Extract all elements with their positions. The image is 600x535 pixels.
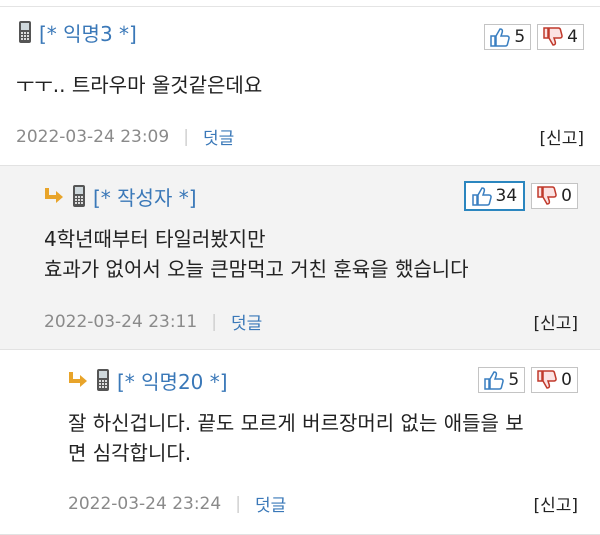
- upvote-button[interactable]: 34: [463, 181, 526, 211]
- thumbs-down-icon: [543, 27, 563, 46]
- vote-group: 5 0: [478, 367, 578, 393]
- thumbs-down-icon: [537, 186, 557, 205]
- reply-arrow-icon: [69, 372, 87, 387]
- comment-header: [* 익명20 *]: [68, 366, 228, 394]
- comment-meta: 2022-03-24 23:09 | 덧글: [16, 124, 234, 150]
- thumbs-up-icon: [471, 187, 492, 206]
- reply-link[interactable]: 덧글: [255, 491, 286, 516]
- report-link[interactable]: [신고]: [533, 309, 578, 334]
- comment-author[interactable]: [* 익명20 *]: [117, 366, 228, 395]
- comment-meta: 2022-03-24 23:24 | 덧글: [68, 491, 286, 517]
- comment-date: 2022-03-24 23:24: [68, 493, 222, 514]
- comment-body: ㅜㅜ.. 트라우마 올것같은데요: [16, 70, 262, 100]
- meta-separator: |: [183, 126, 189, 147]
- phone-icon: [19, 21, 31, 43]
- comment-line: 4학년때부터 타일러봤지만: [44, 227, 266, 251]
- comment-line: 잘 하신겁니다. 끝도 모르게 버르장머리 없는 애들을 보: [68, 411, 524, 435]
- comment-date: 2022-03-24 23:11: [44, 311, 198, 332]
- comment-line: 효과가 없어서 오늘 큰맘먹고 거친 훈육을 했습니다: [44, 257, 469, 281]
- upvote-count: 34: [495, 186, 518, 206]
- reply-arrow-icon: [45, 188, 63, 203]
- reply-link[interactable]: 덧글: [203, 124, 234, 149]
- vote-group: 5 4: [484, 24, 584, 50]
- thumbs-up-icon: [484, 371, 505, 390]
- vote-group: 34 0: [463, 181, 578, 211]
- downvote-button[interactable]: 4: [537, 24, 584, 50]
- upvote-button[interactable]: 5: [478, 367, 526, 393]
- comment-author[interactable]: [* 익명3 *]: [39, 18, 137, 47]
- comment-line: 면 심각합니다.: [68, 441, 192, 465]
- comment-thread: [* 익명3 *] 5 4 ㅜㅜ.. 트라우마 올것같은데요 2022-03-2…: [0, 0, 600, 535]
- comment-author[interactable]: [* 작성자 *]: [93, 182, 197, 211]
- downvote-button[interactable]: 0: [531, 367, 578, 393]
- comment-line: ㅜㅜ.. 트라우마 올것같은데요: [16, 73, 263, 97]
- downvote-count: 0: [561, 186, 572, 206]
- upvote-count: 5: [514, 27, 526, 47]
- meta-separator: |: [211, 311, 217, 332]
- reply-link[interactable]: 덧글: [231, 309, 262, 334]
- comment-header: [* 작성자 *]: [44, 182, 197, 210]
- downvote-count: 0: [561, 370, 572, 390]
- phone-icon: [73, 185, 85, 207]
- comment-body: 잘 하신겁니다. 끝도 모르게 버르장머리 없는 애들을 보 면 심각합니다.: [68, 408, 524, 468]
- phone-icon: [97, 369, 109, 391]
- upvote-count: 5: [508, 370, 520, 390]
- upvote-button[interactable]: 5: [484, 24, 532, 50]
- report-link[interactable]: [신고]: [533, 491, 578, 516]
- comment-meta: 2022-03-24 23:11 | 덧글: [44, 309, 262, 335]
- comment-body: 4학년때부터 타일러봤지만 효과가 없어서 오늘 큰맘먹고 거친 훈육을 했습니…: [44, 224, 469, 284]
- downvote-count: 4: [567, 27, 578, 47]
- meta-separator: |: [235, 493, 241, 514]
- comment-header: [* 익명3 *]: [16, 18, 137, 46]
- report-link[interactable]: [신고]: [539, 124, 584, 149]
- comment-date: 2022-03-24 23:09: [16, 126, 170, 147]
- thumbs-up-icon: [490, 28, 511, 47]
- downvote-button[interactable]: 0: [531, 183, 578, 209]
- thumbs-down-icon: [537, 370, 557, 389]
